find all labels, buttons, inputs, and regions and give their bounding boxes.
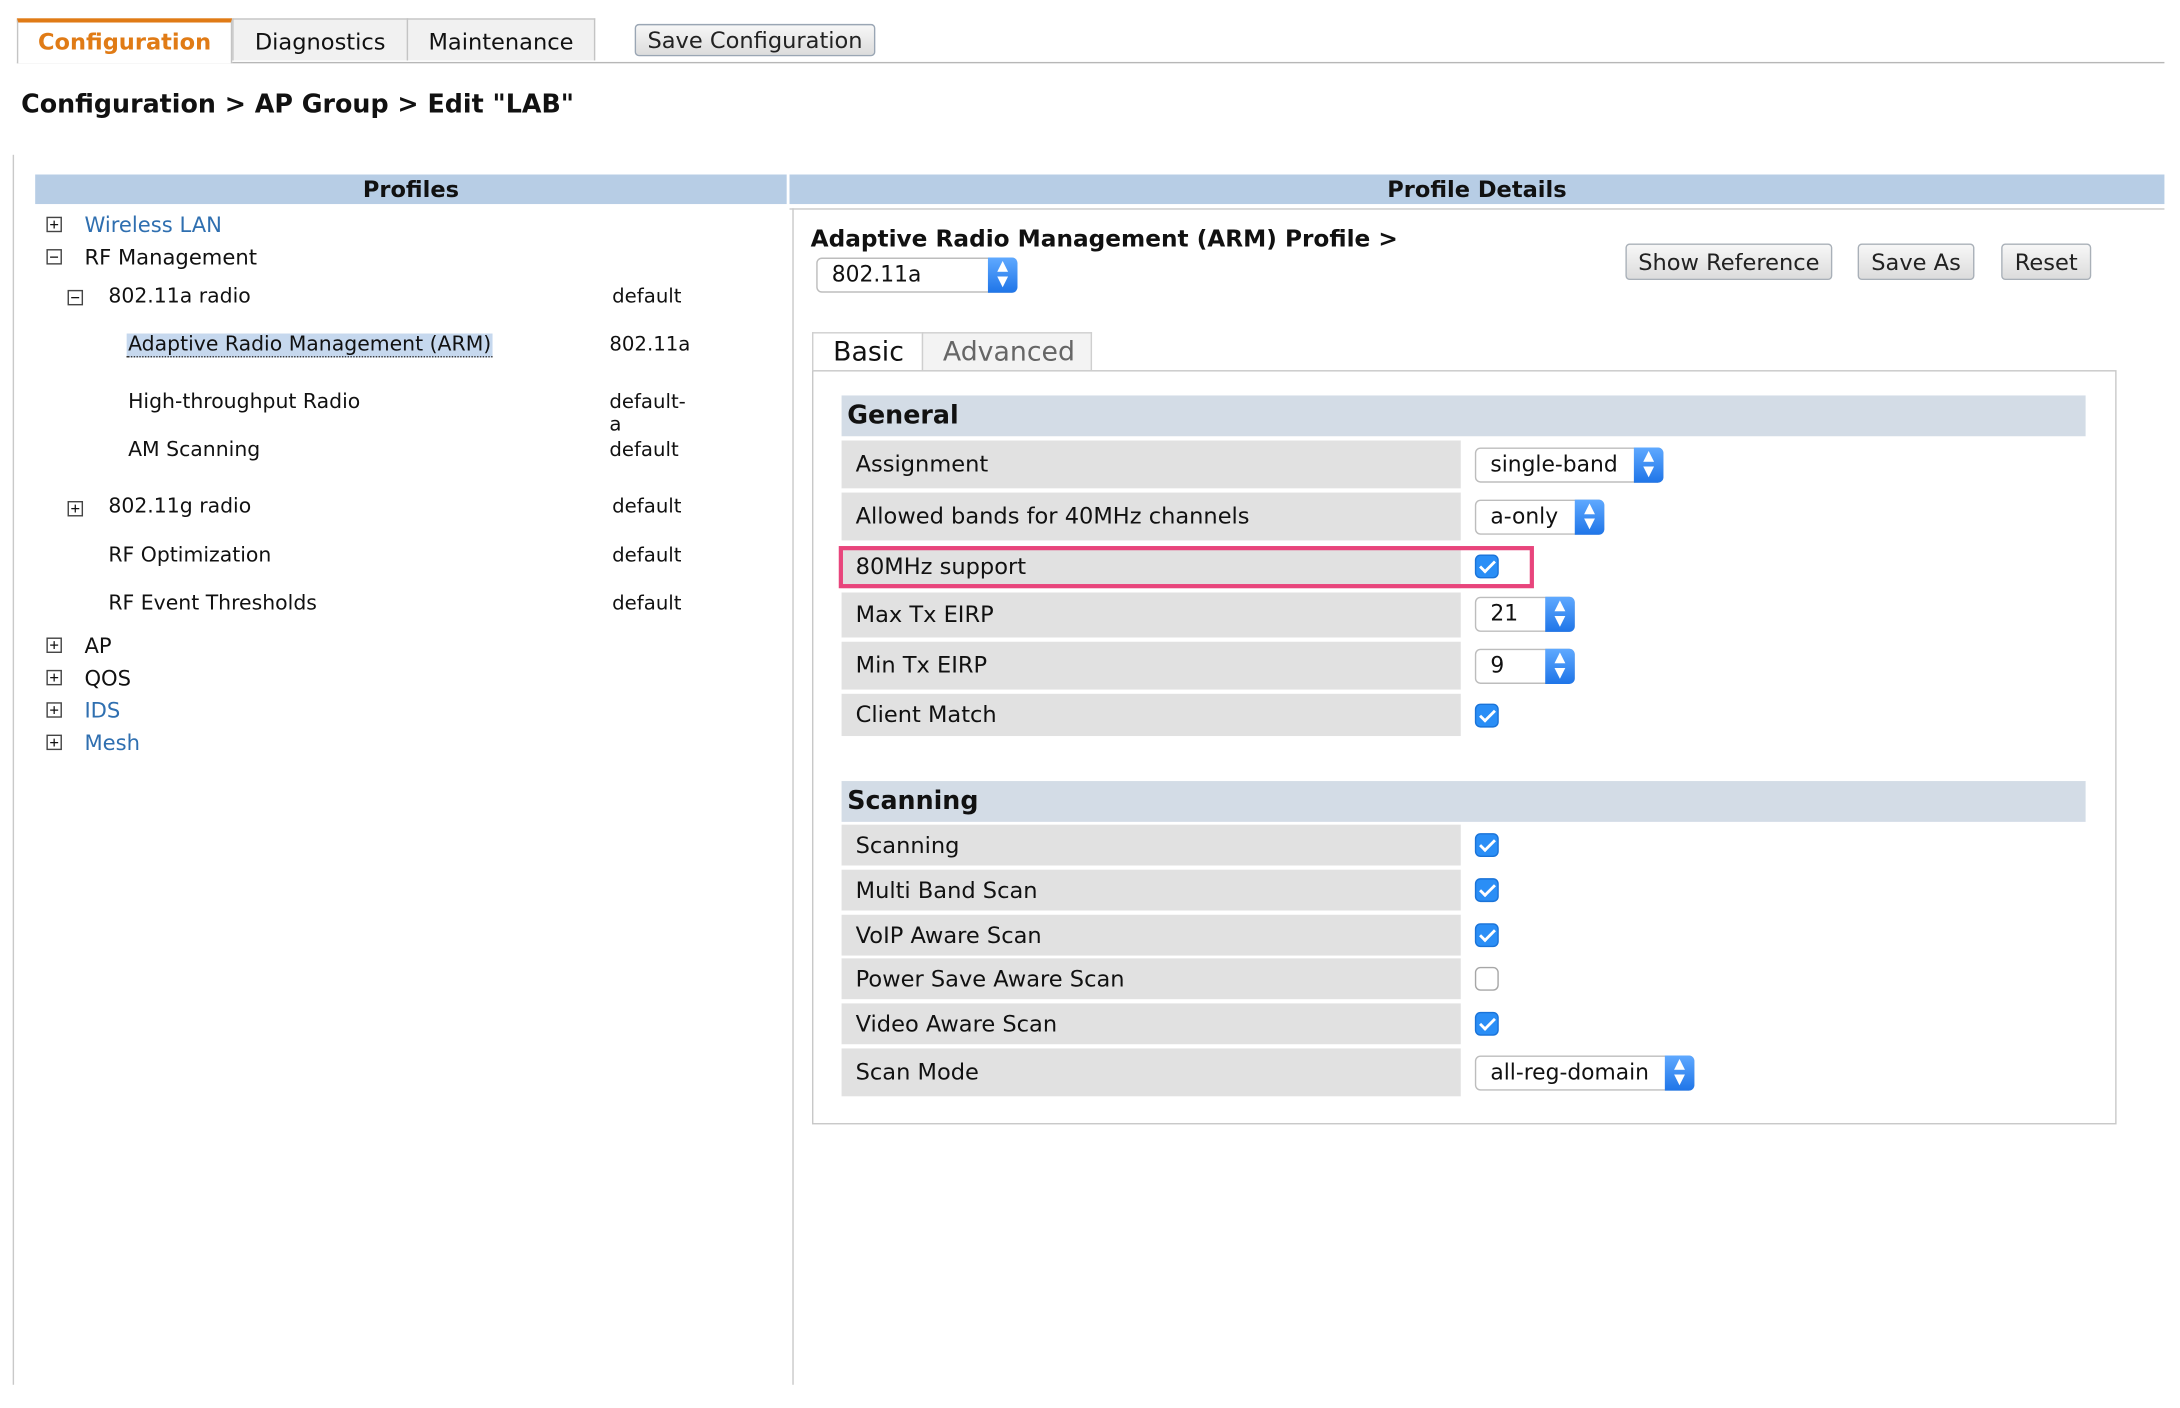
profile-instance-value: 802.11a xyxy=(831,261,922,288)
assignment-value: single-band xyxy=(1490,451,1618,478)
tree-value-am-scanning: default xyxy=(609,439,679,462)
label-client-match: Client Match xyxy=(841,693,1461,737)
expand-icon[interactable]: + xyxy=(46,702,62,718)
save-configuration-button[interactable]: Save Configuration xyxy=(634,23,876,57)
app-root: Configuration Diagnostics Maintenance Sa… xyxy=(0,0,2180,1407)
top-tab-bar: Configuration Diagnostics Maintenance Sa… xyxy=(16,18,2165,64)
assignment-select[interactable]: single-band ▲ ▼ xyxy=(1474,447,1664,483)
tree-item-rf-management[interactable]: RF Management xyxy=(84,245,257,270)
profile-details-header: Profile Details xyxy=(789,174,2165,205)
section-header-general: General xyxy=(841,395,2086,437)
highlight-box xyxy=(838,546,1534,589)
panel-divider xyxy=(792,208,794,1385)
max-tx-eirp-select[interactable]: 21 ▲ ▼ xyxy=(1474,596,1575,632)
tab-configuration[interactable]: Configuration xyxy=(16,18,233,64)
profile-instance-select[interactable]: 802.11a ▲ ▼ xyxy=(816,257,1018,293)
scan-mode-select[interactable]: all-reg-domain ▲ ▼ xyxy=(1474,1055,1695,1091)
tree-item-rf-event-thresholds[interactable]: RF Event Thresholds xyxy=(108,592,317,615)
tree-value-ht-radio: default-a xyxy=(609,391,686,437)
chevron-updown-icon: ▲ ▼ xyxy=(1545,648,1575,684)
chevron-updown-icon: ▲ ▼ xyxy=(1633,447,1664,483)
chevron-updown-icon: ▲ ▼ xyxy=(1574,499,1605,535)
allowed-bands-select[interactable]: a-only ▲ ▼ xyxy=(1474,499,1605,535)
label-assignment: Assignment xyxy=(841,440,1461,489)
tree-value-rf-optimization: default xyxy=(612,544,682,568)
tab-advanced[interactable]: Advanced xyxy=(921,332,1093,371)
checkbox-multi-band-scan[interactable] xyxy=(1474,878,1499,903)
label-scan-mode: Scan Mode xyxy=(841,1048,1461,1097)
expand-icon[interactable]: + xyxy=(46,637,62,653)
checkbox-video-aware-scan[interactable] xyxy=(1474,1011,1499,1036)
checkbox-voip-aware-scan[interactable] xyxy=(1474,923,1499,948)
allowed-bands-value: a-only xyxy=(1490,503,1559,530)
expand-icon[interactable]: + xyxy=(46,216,62,233)
tree-item-80211g-radio[interactable]: 802.11g radio xyxy=(108,495,251,518)
save-as-button[interactable]: Save As xyxy=(1857,243,1975,281)
min-tx-eirp-value: 9 xyxy=(1490,652,1505,679)
expand-icon[interactable]: + xyxy=(46,734,62,751)
tree-value-80211a-radio: default xyxy=(612,285,682,309)
expand-icon[interactable]: + xyxy=(67,501,84,517)
details-header-rule xyxy=(789,208,2165,210)
collapse-icon[interactable]: − xyxy=(46,249,62,265)
checkbox-power-save-aware-scan[interactable] xyxy=(1474,966,1499,991)
tree-item-wireless-lan[interactable]: Wireless LAN xyxy=(84,213,222,238)
tree-item-rf-optimization[interactable]: RF Optimization xyxy=(108,545,271,568)
label-power-save-aware-scan: Power Save Aware Scan xyxy=(841,958,1461,1000)
label-min-tx-eirp: Min Tx EIRP xyxy=(841,641,1461,690)
tab-diagnostics[interactable]: Diagnostics xyxy=(232,18,409,61)
tree-item-ht-radio[interactable]: High-throughput Radio xyxy=(128,391,360,414)
chevron-updown-icon: ▲ ▼ xyxy=(987,257,1018,293)
profile-title: Adaptive Radio Management (ARM) Profile … xyxy=(810,225,1398,252)
reset-button[interactable]: Reset xyxy=(2001,243,2092,281)
label-voip-aware-scan: VoIP Aware Scan xyxy=(841,914,1461,956)
show-reference-button[interactable]: Show Reference xyxy=(1625,243,1833,281)
min-tx-eirp-select[interactable]: 9 ▲ ▼ xyxy=(1474,648,1575,684)
tree-item-80211a-radio[interactable]: 802.11a radio xyxy=(108,286,250,309)
label-scanning: Scanning xyxy=(841,824,1461,866)
tab-basic[interactable]: Basic xyxy=(812,332,924,371)
max-tx-eirp-value: 21 xyxy=(1490,600,1519,627)
tree-item-qos[interactable]: QOS xyxy=(84,666,131,691)
breadcrumb: Configuration > AP Group > Edit "LAB" xyxy=(21,90,574,120)
collapse-icon[interactable]: − xyxy=(67,289,84,306)
section-header-scanning: Scanning xyxy=(841,781,2086,822)
left-frame-line xyxy=(12,154,15,1385)
tree-item-am-scanning[interactable]: AM Scanning xyxy=(128,439,260,462)
profiles-header: Profiles xyxy=(35,174,787,205)
tree-item-ids[interactable]: IDS xyxy=(84,698,120,723)
checkbox-client-match[interactable] xyxy=(1474,703,1499,728)
label-video-aware-scan: Video Aware Scan xyxy=(841,1003,1461,1045)
expand-icon[interactable]: + xyxy=(46,670,62,686)
checkbox-scanning[interactable] xyxy=(1474,833,1499,858)
label-allowed-bands: Allowed bands for 40MHz channels xyxy=(841,492,1461,541)
tree-value-arm: 802.11a xyxy=(609,333,691,357)
label-multi-band-scan: Multi Band Scan xyxy=(841,869,1461,911)
tree-value-rf-event-thresholds: default xyxy=(612,592,682,615)
chevron-updown-icon: ▲ ▼ xyxy=(1545,596,1575,632)
label-max-tx-eirp: Max Tx EIRP xyxy=(841,592,1461,638)
tree-item-arm[interactable]: Adaptive Radio Management (ARM) xyxy=(126,333,493,358)
chevron-updown-icon: ▲ ▼ xyxy=(1664,1055,1695,1091)
tree-item-mesh[interactable]: Mesh xyxy=(84,730,140,755)
tab-maintenance[interactable]: Maintenance xyxy=(406,18,596,61)
tree-item-ap[interactable]: AP xyxy=(84,633,111,658)
tree-value-80211g-radio: default xyxy=(612,495,682,518)
scan-mode-value: all-reg-domain xyxy=(1490,1059,1650,1086)
tree-item-arm-label: Adaptive Radio Management (ARM) xyxy=(126,333,493,358)
